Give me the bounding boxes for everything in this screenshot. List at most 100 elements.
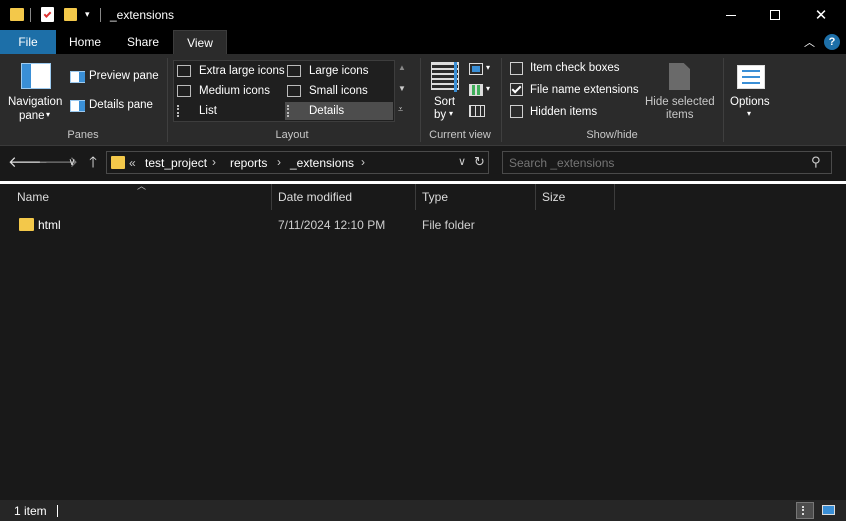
refresh-icon[interactable]: ↻	[474, 154, 485, 170]
column-header-type[interactable]: Type	[416, 184, 536, 210]
file-name-extensions-label[interactable]: File name extensions	[530, 84, 639, 96]
tab-home[interactable]: Home	[58, 30, 112, 54]
close-button[interactable]: ✕	[798, 0, 844, 30]
title-bar: ▾ _extensions ✕	[0, 0, 846, 30]
layout-list[interactable]: List	[177, 102, 285, 120]
ribbon-tabs: File Home Share View ︿ ?	[0, 30, 846, 54]
extra-large-icons-icon	[177, 65, 191, 77]
new-folder-icon[interactable]	[64, 8, 77, 21]
item-check-boxes-label[interactable]: Item check boxes	[530, 62, 619, 74]
address-overflow[interactable]: «	[129, 156, 136, 170]
search-icon[interactable]: ⚲	[811, 154, 821, 170]
dropdown-arrow-icon: ▾	[747, 109, 752, 118]
window-title: _extensions	[110, 8, 175, 22]
group-separator	[723, 58, 724, 142]
details-view-icon	[802, 506, 808, 515]
large-icons-icon	[287, 65, 301, 77]
hidden-items-label[interactable]: Hidden items	[530, 106, 597, 118]
status-separator	[57, 505, 58, 517]
layout-group-label: Layout	[275, 129, 309, 141]
checkmark-icon	[511, 83, 522, 94]
add-columns-icon[interactable]	[469, 84, 483, 96]
properties-icon[interactable]	[41, 7, 54, 22]
item-check-boxes-checkbox[interactable]	[510, 62, 523, 75]
layout-item-label: Small icons	[309, 85, 368, 97]
preview-pane-button[interactable]: Preview pane	[89, 70, 159, 82]
minimize-button[interactable]	[708, 0, 754, 30]
column-header-size[interactable]: Size	[536, 184, 615, 210]
search-box[interactable]: ⚲	[502, 151, 832, 174]
recent-locations-button[interactable]: ∨	[64, 152, 80, 174]
dropdown-arrow-icon: ▾	[46, 110, 51, 119]
item-count: 1 item	[14, 504, 47, 518]
hidden-items-checkbox[interactable]	[510, 105, 523, 118]
layout-item-label: Details	[309, 105, 345, 117]
gallery-scroll-up-icon[interactable]: ▲	[398, 63, 406, 72]
folder-icon	[10, 8, 24, 21]
options-button[interactable]: Options	[730, 96, 770, 108]
options-icon	[737, 65, 765, 89]
breadcrumb-test-project[interactable]: test_project	[145, 156, 207, 170]
hide-selected-label-line2[interactable]: items	[666, 109, 693, 121]
tab-share[interactable]: Share	[116, 30, 170, 54]
group-separator	[501, 58, 502, 142]
hide-selected-button[interactable]: Hide selected	[645, 96, 715, 108]
folder-icon	[19, 218, 34, 231]
folder-icon	[111, 156, 125, 169]
file-name: html	[38, 218, 61, 232]
back-button[interactable]: 🡐	[8, 152, 48, 174]
navigation-pane-icon[interactable]	[21, 63, 51, 89]
up-button[interactable]: 🡑	[83, 152, 103, 174]
address-bar[interactable]: « test_project › reports › _extensions ›…	[106, 151, 489, 174]
breadcrumb-chevron-icon: ›	[212, 155, 216, 169]
breadcrumb-extensions[interactable]: _extensions	[290, 156, 354, 170]
maximize-button[interactable]	[752, 0, 798, 30]
navigation-pane-label-line2[interactable]: pane	[19, 110, 45, 122]
table-row[interactable]: html 7/11/2024 12:10 PM File folder	[0, 213, 846, 237]
hide-selected-icon	[669, 63, 690, 90]
sort-arrow-icon	[454, 62, 457, 92]
file-type: File folder	[422, 218, 475, 232]
layout-gallery: Extra large icons Large icons Medium ico…	[173, 60, 395, 122]
separator	[100, 8, 101, 22]
large-icons-view-button[interactable]	[821, 503, 837, 517]
breadcrumb-chevron-icon: ›	[361, 155, 365, 169]
help-icon[interactable]: ?	[824, 34, 840, 50]
status-bar: 1 item	[0, 500, 846, 521]
details-pane-button[interactable]: Details pane	[89, 99, 153, 111]
dropdown-arrow-icon: ▾	[449, 109, 454, 118]
column-header-name[interactable]: Name	[11, 184, 272, 210]
tab-view[interactable]: View	[173, 30, 227, 54]
small-icons-icon	[287, 85, 301, 97]
gallery-scroll-down-icon[interactable]: ▼	[398, 84, 406, 93]
sort-by-button[interactable]: Sort	[434, 96, 455, 108]
tab-file[interactable]: File	[0, 30, 56, 54]
layout-item-label: Extra large icons	[199, 65, 285, 77]
navigation-pane-button[interactable]: Navigation	[8, 96, 62, 108]
size-columns-icon[interactable]	[469, 105, 485, 117]
ribbon: Navigation pane ▾ Preview pane Details p…	[0, 54, 846, 146]
layout-small-icons[interactable]: Small icons	[287, 82, 382, 100]
forward-button[interactable]: 🡒	[38, 152, 78, 174]
details-view-button[interactable]	[796, 502, 814, 519]
layout-medium-icons[interactable]: Medium icons	[177, 82, 285, 100]
group-by-icon[interactable]	[469, 63, 483, 75]
preview-pane-icon	[70, 71, 85, 83]
search-input[interactable]	[509, 155, 799, 170]
separator	[30, 8, 31, 22]
layout-item-label: List	[199, 105, 217, 117]
scroll-edge	[840, 184, 846, 500]
customize-quick-access-icon[interactable]: ▾	[85, 9, 93, 21]
breadcrumb-reports[interactable]: reports	[230, 156, 267, 170]
layout-item-label: Large icons	[309, 65, 369, 77]
address-dropdown-icon[interactable]: ∨	[458, 155, 466, 168]
file-name-extensions-checkbox[interactable]	[510, 83, 523, 96]
layout-large-icons[interactable]: Large icons	[287, 62, 382, 80]
gallery-expand-icon[interactable]: ⩡	[398, 104, 403, 115]
column-header-date-modified[interactable]: Date modified	[272, 184, 416, 210]
collapse-ribbon-icon[interactable]: ︿	[804, 34, 815, 50]
sort-by-label-line2[interactable]: by	[434, 109, 446, 121]
layout-details[interactable]: Details	[285, 102, 393, 120]
layout-extra-large-icons[interactable]: Extra large icons	[177, 62, 285, 80]
show-hide-group-label: Show/hide	[586, 129, 638, 141]
